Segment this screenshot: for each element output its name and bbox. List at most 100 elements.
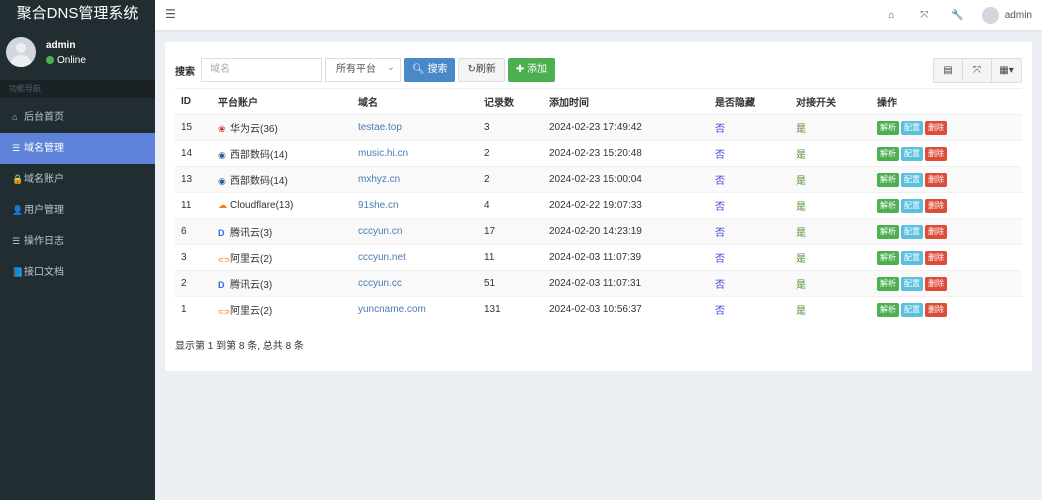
column-header: 对接开关 [790, 88, 871, 115]
delete-button[interactable]: 删除 [925, 276, 947, 291]
refresh-icon: ↻ [467, 64, 476, 75]
sync-status[interactable]: 是 [790, 114, 871, 141]
domain-link[interactable]: cccyun.net [358, 252, 406, 263]
lock-icon: 🔒 [12, 174, 24, 184]
domain-link[interactable]: music.hi.cn [358, 148, 408, 159]
domain-link[interactable]: testae.top [358, 122, 402, 133]
resolve-button[interactable]: 解析 [877, 146, 899, 161]
resolve-button[interactable]: 解析 [877, 172, 899, 187]
nav-header: 功能导航 [0, 80, 155, 98]
huawei-icon: ❀ [218, 124, 226, 134]
config-button[interactable]: 配置 [901, 224, 923, 239]
platform-select[interactable]: 所有平台 [325, 57, 401, 82]
delete-button[interactable]: 删除 [925, 198, 947, 213]
resolve-button[interactable]: 解析 [877, 198, 899, 213]
search-input[interactable]: 域名 [201, 58, 322, 82]
config-button[interactable]: 配置 [901, 276, 923, 291]
hidden-status[interactable]: 否 [709, 192, 790, 219]
column-header: 域名 [352, 88, 478, 115]
table-row: 15 ❀ 华为云(36) testae.top 3 2024-02-23 17:4… [175, 114, 1022, 141]
config-button[interactable]: 配置 [901, 198, 923, 213]
domain-link[interactable]: cccyun.cn [358, 226, 402, 237]
sync-status[interactable]: 是 [790, 270, 871, 297]
online-dot-icon [46, 56, 54, 64]
sidebar-item[interactable]: 👤用户管理 [0, 195, 155, 226]
table-row: 14 ◉ 西部数码(14) music.hi.cn 2 2024-02-23 15… [175, 140, 1022, 167]
domain-link[interactable]: cccyun.cc [358, 278, 402, 289]
delete-button[interactable]: 删除 [925, 302, 947, 317]
home-icon[interactable]: ⌂ [875, 10, 908, 21]
resolve-button[interactable]: 解析 [877, 302, 899, 317]
fullscreen-icon[interactable]: ⤧ [963, 59, 992, 82]
list-icon: ☰ [12, 143, 21, 153]
delete-button[interactable]: 删除 [925, 250, 947, 265]
hidden-status[interactable]: 否 [709, 244, 790, 271]
columns-icon[interactable]: ▦▾ [992, 59, 1021, 82]
hidden-status[interactable]: 否 [709, 218, 790, 245]
config-button[interactable]: 配置 [901, 120, 923, 135]
delete-button[interactable]: 删除 [925, 120, 947, 135]
refresh-button[interactable]: ↻刷新 [458, 58, 505, 82]
hidden-status[interactable]: 否 [709, 114, 790, 141]
menu-toggle-icon[interactable]: ☰ [165, 7, 176, 21]
sidebar-item[interactable]: ⌂ 后台首页 [0, 102, 155, 133]
west-icon: ◉ [218, 150, 226, 160]
delete-button[interactable]: 删除 [925, 172, 947, 187]
delete-button[interactable]: 删除 [925, 224, 947, 239]
hidden-status[interactable]: 否 [709, 270, 790, 297]
domain-link[interactable]: yuncname.com [358, 304, 426, 315]
domain-table: ID 平台账户 域名 记录数 添加时间 是否隐藏 对接开关 操作 15 ❀ 华为云(36) te… [175, 88, 1022, 323]
sidebar-item[interactable]: ☰ 域名管理 [0, 133, 155, 164]
aliyun-icon: ⊂⊃ [218, 257, 230, 264]
wrench-icon[interactable]: 🔧 [941, 10, 974, 21]
user-menu[interactable]: admin [981, 6, 1032, 24]
resolve-button[interactable]: 解析 [877, 250, 899, 265]
table-row: 6 D 腾讯云(3) cccyun.cn 17 2024-02-20 14:23:… [175, 218, 1022, 245]
resolve-button[interactable]: 解析 [877, 276, 899, 291]
fullscreen-icon[interactable]: ⤧ [908, 10, 941, 21]
table-row: 11 ☁ Cloudflare(13) 91she.cn 4 2024-02-22… [175, 192, 1022, 219]
home-icon: ⌂ [12, 112, 18, 122]
config-button[interactable]: 配置 [901, 250, 923, 265]
user-icon: 👤 [12, 205, 24, 215]
user-name: admin [46, 40, 76, 51]
domain-link[interactable]: 91she.cn [358, 200, 399, 211]
search-button[interactable]: 🔍︎ 搜索 [404, 58, 456, 82]
hidden-status[interactable]: 否 [709, 296, 790, 323]
domain-link[interactable]: mxhyz.cn [358, 174, 400, 185]
config-button[interactable]: 配置 [901, 172, 923, 187]
dnspod-icon: D [218, 280, 225, 290]
column-header: 添加时间 [543, 88, 709, 115]
resolve-button[interactable]: 解析 [877, 224, 899, 239]
sidebar-item[interactable]: 🔒域名账户 [0, 164, 155, 195]
config-button[interactable]: 配置 [901, 146, 923, 161]
hidden-status[interactable]: 否 [709, 166, 790, 193]
column-header: 是否隐藏 [709, 88, 790, 115]
sync-status[interactable]: 是 [790, 296, 871, 323]
table-row: 13 ◉ 西部数码(14) mxhyz.cn 2 2024-02-23 15:00… [175, 166, 1022, 193]
config-button[interactable]: 配置 [901, 302, 923, 317]
hidden-status[interactable]: 否 [709, 140, 790, 167]
avatar [981, 6, 999, 24]
aliyun-icon: ⊂⊃ [218, 309, 230, 317]
sidebar-item[interactable]: 📘接口文档 [0, 257, 155, 288]
resolve-button[interactable]: 解析 [877, 120, 899, 135]
delete-button[interactable]: 删除 [925, 146, 947, 161]
domain-panel: 搜索 域名 所有平台 🔍︎ 搜索 ↻刷新 ✚ 添加 ▤ ⤧ ▦▾ ID平台账户域… [165, 42, 1032, 371]
sidebar-item[interactable]: ☰ 操作日志 [0, 226, 155, 257]
sync-status[interactable]: 是 [790, 140, 871, 167]
column-header: 操作 [871, 88, 1022, 115]
column-header: 记录数 [478, 88, 543, 115]
sync-status[interactable]: 是 [790, 218, 871, 245]
sync-status[interactable]: 是 [790, 166, 871, 193]
user-panel: admin Online [0, 30, 155, 80]
list-icon: ☰ [12, 236, 21, 246]
add-button[interactable]: ✚ 添加 [507, 58, 556, 82]
table-row: 2 D 腾讯云(3) cccyun.cc 51 2024-02-03 11:07:… [175, 270, 1022, 297]
table-row: 1 ⊂⊃阿里云(2) yuncname.com 131 2024-02-03 1… [175, 296, 1022, 323]
sync-status[interactable]: 是 [790, 192, 871, 219]
sync-status[interactable]: 是 [790, 244, 871, 271]
pagination-info: 显示第 1 到第 8 条, 总共 8 条 [175, 341, 304, 352]
toggle-view-icon[interactable]: ▤ [934, 59, 963, 82]
user-status: Online [46, 55, 86, 66]
